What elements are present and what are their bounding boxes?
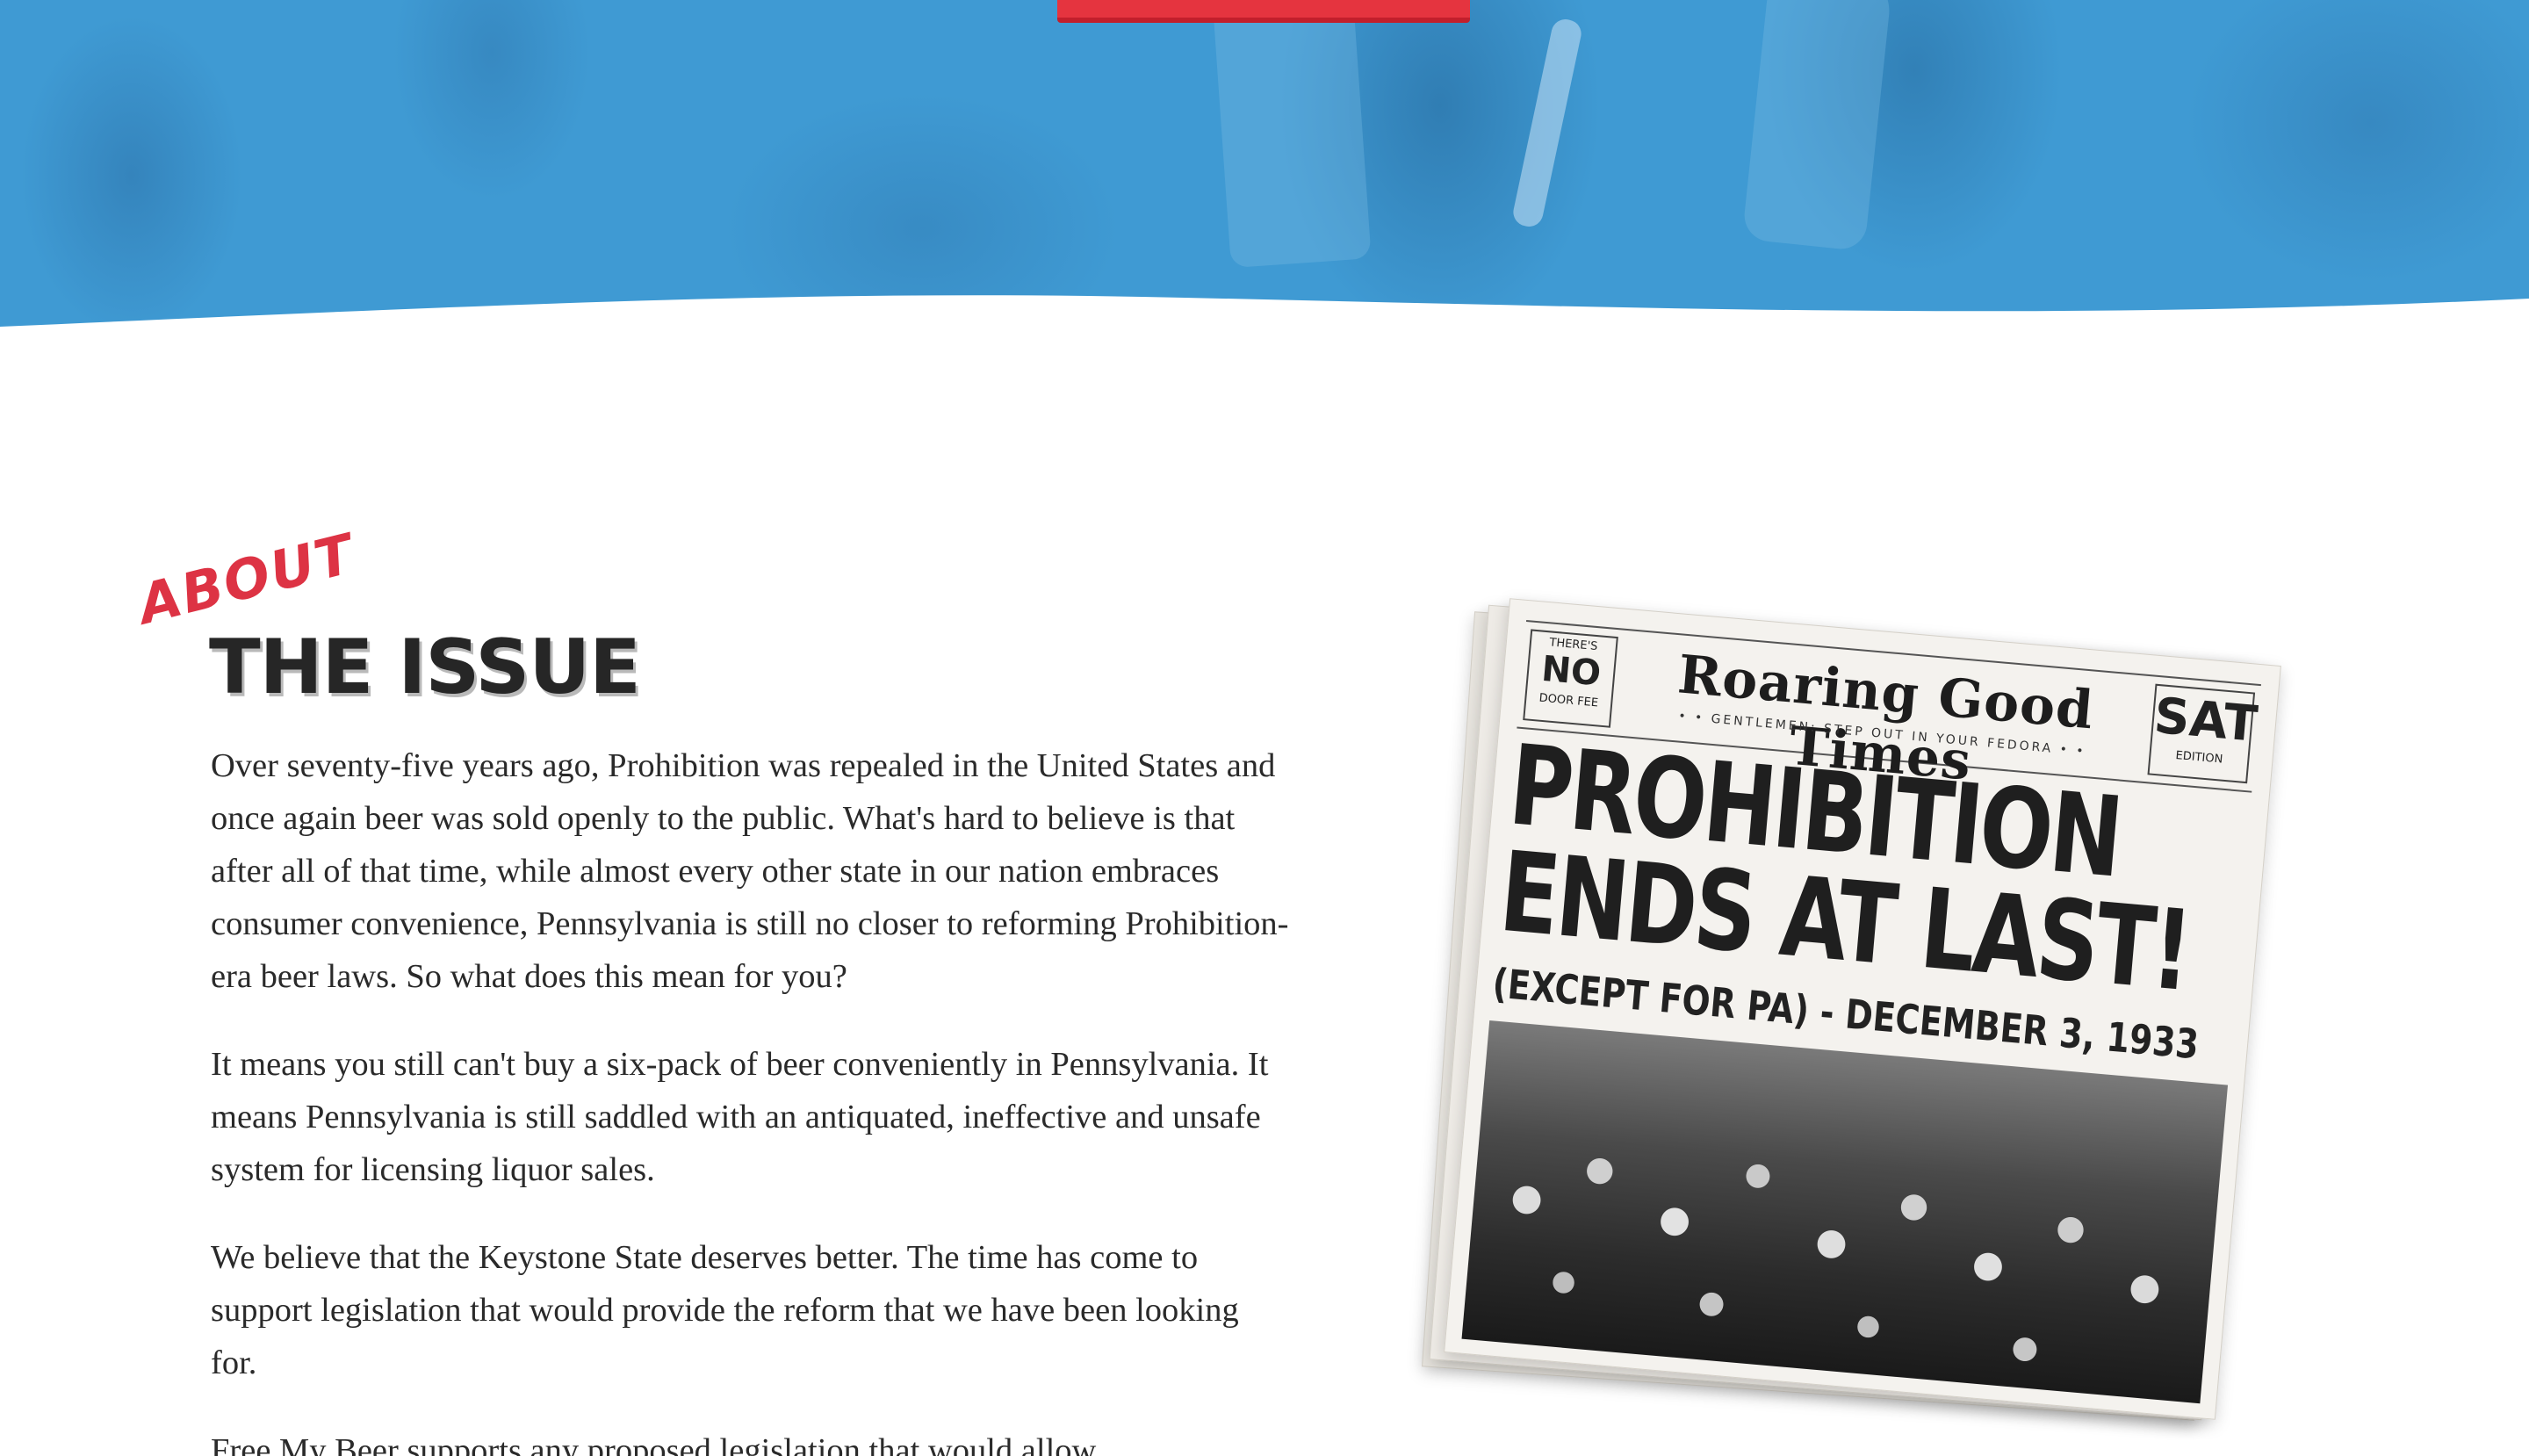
about-paragraph: We believe that the Keystone State deser… [211,1239,1239,1381]
newspaper-ear-left: THERE'S NO DOOR FEE [1523,629,1618,728]
about-paragraph: Free My Beer supports any proposed legis… [211,1432,1097,1456]
newspaper-ear-right: SAT EDITION [2147,683,2260,784]
hero-wave-divider [0,295,2529,351]
ear-right-big: SAT [2151,687,2260,753]
newspaper-image: THERE'S NO DOOR FEE Roaring Good Times •… [1379,598,2292,1431]
about-paragraph: It means you still can't buy a six-pack … [211,1046,1269,1188]
about-copy: Over seventy-five years ago, Prohibition… [211,739,1291,1456]
ear-left-big: NO [1539,648,1603,695]
crowd-photo [1461,1020,2229,1404]
section-eyebrow: ABOUT [132,521,362,637]
hero-cta-button[interactable] [1057,0,1470,23]
about-paragraph: Over seventy-five years ago, Prohibition… [211,747,1289,995]
hero-figure [1210,0,1372,269]
newspaper-front-page: THERE'S NO DOOR FEE Roaring Good Times •… [1444,598,2281,1420]
newspaper-headline: PROHIBITION ENDS AT LAST! [1495,720,2194,1016]
section-title: THE ISSUE [209,623,641,711]
